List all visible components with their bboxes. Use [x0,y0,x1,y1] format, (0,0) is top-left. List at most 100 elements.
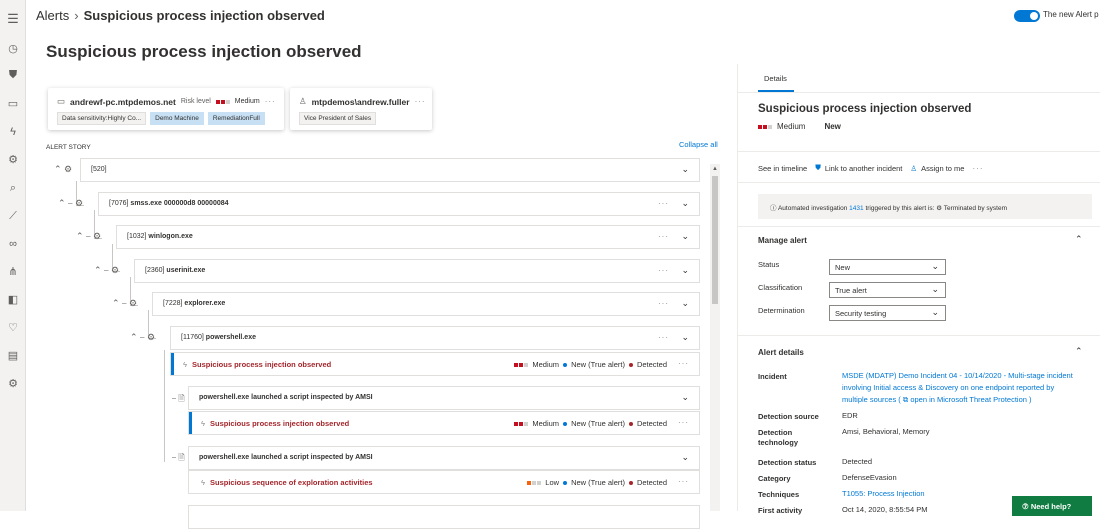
process-row[interactable]: [7228] explorer.exe ··· ⌄ [152,292,700,316]
toggle-label: The new Alert p [1043,10,1099,19]
chevron-right-icon: › [74,8,79,23]
scrollbar-thumb[interactable] [712,176,718,304]
more-options-icon[interactable]: ··· [678,359,689,368]
more-options-icon[interactable]: ··· [265,97,276,106]
process-row[interactable]: [2360] userinit.exe ··· ⌄ [134,259,700,283]
device-icon[interactable]: ▭ [0,97,26,111]
chevron-down-icon[interactable]: ⌄ [681,298,689,309]
more-options-icon[interactable]: ··· [678,477,689,486]
status-dot [563,480,568,485]
hunting-icon[interactable]: ⌕ [0,181,26,195]
chevron-down-icon[interactable]: ⌄ [681,265,689,276]
classification-dropdown[interactable]: True alert ⌄ [829,282,946,298]
divider [738,335,1100,336]
incident-link[interactable]: MSDE (MDATP) Demo Incident 04 - 10/14/20… [842,370,1073,406]
process-name: explorer.exe [184,300,226,307]
heart-icon[interactable]: ♡ [0,321,26,335]
device-card[interactable]: ▭ andrewf-pc.mtpdemos.net Risk level Med… [48,88,284,130]
expand-toggle-icon[interactable]: ⌃ ⎯ ⚙ [130,332,155,343]
process-name: userinit.exe [166,267,206,274]
home-icon[interactable]: ◷ [0,42,26,56]
user-card[interactable]: ♙ mtpdemos\andrew.fuller ··· Vice Presid… [290,88,432,130]
help-icon: ⑦ [1022,502,1029,511]
see-in-timeline-button[interactable]: See in timeline [758,164,807,173]
chevron-down-icon[interactable]: ⌄ [681,332,689,343]
more-options-icon[interactable]: ··· [658,266,669,275]
status-dropdown[interactable]: New ⌄ [829,259,946,275]
menu-icon[interactable]: ☰ [0,12,26,26]
more-options-icon[interactable]: ··· [678,418,689,427]
user-icon: ♙ [299,96,307,106]
detection-technology-label: Detection technology [758,428,798,448]
expand-toggle-icon[interactable]: ⌃ ⎯ ⚙ [58,198,83,209]
network-icon[interactable]: ⋔ [0,265,26,279]
alert-row[interactable]: ϟ Suspicious process injection observed M… [188,411,700,435]
settings-icon[interactable]: ⚙ [0,377,26,391]
alert-row[interactable]: ϟ Suspicious process injection observed M… [170,352,700,376]
chevron-up-icon[interactable]: ⌃ [1075,346,1083,357]
breadcrumb-current: Suspicious process injection observed [83,8,325,23]
expand-toggle-icon[interactable]: ⌃ ⚙ [54,164,72,175]
process-row[interactable]: [11760] powershell.exe ··· ⌄ [170,326,700,350]
divider [738,151,1100,152]
partners-icon[interactable]: ∞ [0,237,26,251]
assign-to-me-button[interactable]: Assign to me [921,164,964,173]
process-pid: [7228] [163,300,183,307]
more-options-icon[interactable]: ··· [415,97,426,106]
open-mtp-link[interactable]: open in Microsoft Threat Protection ) [910,395,1031,404]
chevron-down-icon[interactable]: ⌄ [681,392,689,403]
process-row[interactable] [188,505,700,529]
investigation-link[interactable]: 1431 [849,205,863,212]
collapse-all-link[interactable]: Collapse all [679,140,718,149]
inventory-icon[interactable]: ▤ [0,349,26,363]
chevron-down-icon[interactable]: ⌄ [681,164,689,175]
process-pid: [11760] [181,334,204,341]
link-incident-button[interactable]: Link to another incident [825,164,903,173]
new-alert-page-toggle[interactable] [1014,10,1040,22]
process-pid: [2360] [145,267,165,274]
chart-icon[interactable]: ⟋ [0,209,26,223]
devices-icon[interactable]: ◧ [0,293,26,307]
severity-bar [514,421,529,426]
chevron-down-icon[interactable]: ⌄ [681,231,689,242]
process-row[interactable]: [1032] winlogon.exe ··· ⌄ [116,225,700,249]
need-help-button[interactable]: ⑦ Need help? [1012,496,1092,516]
expand-toggle-icon[interactable]: ⌃ ⎯ ⚙ [76,231,101,242]
device-name[interactable]: andrewf-pc.mtpdemos.net [70,97,176,107]
tab-details[interactable]: Details [764,74,787,83]
auto-mid: triggered by this alert is: [865,205,935,212]
process-row[interactable]: [7076] smss.exe 000000d8 00000084 ··· ⌄ [98,192,700,216]
chevron-down-icon[interactable]: ⌄ [681,452,689,463]
detection-dot [628,480,633,485]
user-name[interactable]: mtpdemos\andrew.fuller [312,97,410,107]
alert-details-header[interactable]: Alert details [758,348,804,357]
more-options-icon[interactable]: ··· [658,199,669,208]
alert-detection: Detected [636,360,667,369]
breadcrumb-alerts-link[interactable]: Alerts [36,8,69,23]
techniques-link[interactable]: T1055: Process Injection [842,488,925,500]
expand-toggle-icon[interactable]: ⌃ ⎯ ⚙ [112,298,137,309]
lightning-icon[interactable]: ϟ [0,125,26,139]
device-tag: Data sensitivity:Highly Co... [57,112,147,125]
shield-icon[interactable]: ⛊ [0,68,26,82]
alert-status: New (True alert) [571,478,625,487]
alert-row[interactable]: ϟ Suspicious sequence of exploration acti… [188,470,700,494]
expand-toggle-icon[interactable]: ⌃ ⎯ ⚙ [94,265,119,276]
chevron-down-icon[interactable]: ⌄ [681,198,689,209]
manage-alert-header[interactable]: Manage alert [758,236,807,245]
scroll-up-icon[interactable]: ▲ [712,166,718,172]
process-row[interactable]: [520] ⌄ [80,158,700,182]
chevron-up-icon[interactable]: ⌃ [1075,234,1083,245]
determination-dropdown[interactable]: Security testing ⌄ [829,305,946,321]
left-nav: ☰ ◷ ⛊ ▭ ϟ ⚙ ⌕ ⟋ ∞ ⋔ ◧ ♡ ▤ ⚙ [0,0,26,511]
more-options-icon[interactable]: ··· [972,164,983,173]
classification-label: Classification [758,283,803,292]
more-options-icon[interactable]: ··· [658,299,669,308]
event-row[interactable]: powershell.exe launched a script inspect… [188,386,700,410]
detection-technology-label-line: technology [758,438,799,447]
event-row[interactable]: powershell.exe launched a script inspect… [188,446,700,470]
more-options-icon[interactable]: ··· [658,232,669,241]
more-options-icon[interactable]: ··· [658,333,669,342]
story-scrollbar[interactable]: ▲ [710,164,720,511]
gear-icon[interactable]: ⚙ [0,153,26,167]
